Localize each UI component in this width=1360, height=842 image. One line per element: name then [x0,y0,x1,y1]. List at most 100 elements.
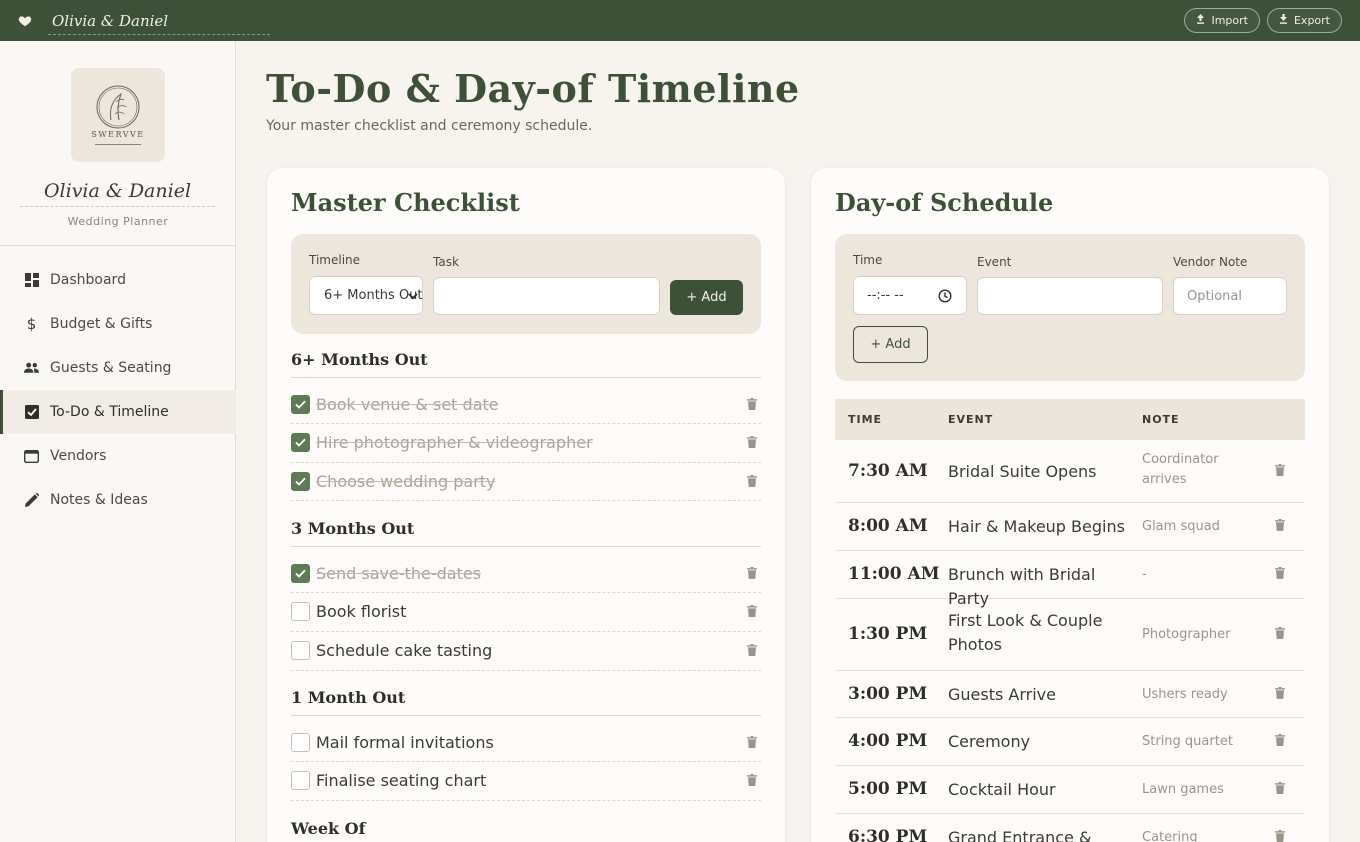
import-label: Import [1211,14,1248,27]
import-button[interactable]: Import [1184,8,1260,33]
trash-icon[interactable] [747,644,759,657]
checklist-group-title: 1 Month Out [291,688,761,717]
checklist-title: Master Checklist [291,188,520,217]
time-input-value: --:-- -- [867,288,904,303]
column-header-time: TIME [848,413,883,426]
timeline-select[interactable]: 6+ Months Out [309,276,423,315]
trash-icon[interactable] [1275,734,1287,747]
schedule-time: 1:30 PM [848,624,928,644]
dashboard-icon [24,273,39,288]
trash-icon[interactable] [747,397,759,411]
checklist-task: Hire photographer & videographer [291,424,761,463]
add-event-button[interactable]: + Add [853,326,928,363]
export-button[interactable]: Export [1266,8,1342,33]
schedule-row: 8:00 AM Hair & Makeup Begins Glam squad [835,503,1305,551]
chevron-down-icon [408,291,418,301]
column-header-event: EVENT [948,413,994,426]
event-label: Event [977,255,1012,269]
add-event-form: Time --:-- -- Event Vendor Note Optional… [835,234,1305,381]
vendor-note-input[interactable]: Optional [1173,277,1287,315]
time-input[interactable]: --:-- -- [853,276,967,315]
column-header-note: NOTE [1142,413,1180,426]
add-task-button[interactable]: + Add [670,280,743,315]
couple-name-input[interactable]: Olivia & Daniel [48,10,270,35]
checkbox-icon [24,405,39,420]
timeline-label: Timeline [309,253,361,267]
sidebar-item-label: Guests & Seating [50,360,172,376]
heart-icon [18,14,32,28]
vendor-icon [24,449,39,464]
checklist-task: Mail formal invitations [291,723,761,763]
task-checkbox[interactable] [291,394,310,414]
logo-text: SWERVVE [91,130,145,139]
task-text: Finalise seating chart [316,771,487,791]
sidebar-nav: Dashboard $ Budget & Gifts Guests & Seat… [0,258,236,522]
schedule-note: - [1142,567,1147,582]
schedule-time: 3:00 PM [848,683,928,704]
event-input[interactable] [977,277,1163,315]
task-text: Choose wedding party [316,471,496,491]
task-input[interactable] [433,277,660,315]
trash-icon[interactable] [1275,686,1287,700]
master-checklist-card: Master Checklist Timeline 6+ Months Out … [267,168,785,842]
checklist-task: Book florist [291,593,761,632]
trash-icon[interactable] [747,566,759,580]
trash-icon[interactable] [747,474,759,488]
task-text: Hire photographer & videographer [316,433,593,453]
trash-icon[interactable] [747,605,759,618]
vendor-note-placeholder: Optional [1187,288,1242,304]
pencil-icon [24,493,39,508]
download-icon [1279,14,1288,27]
trash-icon[interactable] [747,436,759,449]
task-text: Book florist [316,602,407,622]
task-checkbox[interactable] [291,771,310,791]
schedule-note: String quartet [1142,734,1233,749]
trash-icon[interactable] [1275,519,1287,532]
schedule-event: Hair & Makeup Begins [948,517,1125,536]
task-checkbox[interactable] [291,563,310,583]
trash-icon[interactable] [1275,830,1287,842]
checklist-task: Schedule cake tasting [291,632,761,671]
trash-icon[interactable] [1275,782,1287,795]
sidebar-item-budget[interactable]: $ Budget & Gifts [0,302,236,346]
day-of-schedule-card: Day-of Schedule Time --:-- -- Event Vend… [811,168,1329,842]
schedule-event: Bridal Suite Opens [948,461,1097,481]
dollar-icon: $ [26,315,37,333]
schedule-event: Grand Entrance & Dinner [948,828,1092,842]
schedule-time: 7:30 AM [848,460,928,481]
trash-icon[interactable] [1275,463,1287,477]
task-checkbox[interactable] [291,433,310,453]
logo[interactable]: SWERVVE [71,68,165,162]
schedule-row: 4:00 PM Ceremony String quartet [835,718,1305,766]
sidebar-item-guests[interactable]: Guests & Seating [0,346,236,390]
schedule-note: Catering [1142,830,1198,842]
task-text: Mail formal invitations [316,732,494,752]
sidebar-role: Wedding Planner [67,215,169,228]
task-label: Task [433,255,459,269]
trash-icon[interactable] [1275,567,1287,580]
sidebar-couple-name: Olivia & Daniel [20,180,215,207]
task-checkbox[interactable] [291,471,310,491]
sidebar-item-notes[interactable]: Notes & Ideas [0,478,236,522]
schedule-event: First Look & Couple Photos [948,611,1103,654]
sidebar-item-label: Vendors [50,448,107,464]
task-checkbox[interactable] [291,732,310,752]
trash-icon[interactable] [747,735,759,749]
schedule-table-header: TIME EVENT NOTE [835,399,1305,440]
checklist-group-title: 6+ Months Out [291,350,761,378]
trash-icon[interactable] [747,774,759,787]
trash-icon[interactable] [1275,627,1287,640]
page-subtitle: Your master checklist and ceremony sched… [266,118,593,134]
sidebar-item-dashboard[interactable]: Dashboard [0,258,236,302]
schedule-note: Glam squad [1142,519,1220,534]
sidebar-item-vendors[interactable]: Vendors [0,434,236,478]
upload-icon [1196,14,1205,27]
checklist-task: Book venue & set date [291,385,761,424]
task-text: Schedule cake tasting [316,641,493,660]
time-label: Time [853,253,883,267]
schedule-time: 5:00 PM [848,779,928,799]
sidebar-item-todo-timeline[interactable]: To-Do & Timeline [0,390,236,434]
schedule-note: Lawn games [1142,782,1224,797]
task-checkbox[interactable] [291,602,310,622]
task-checkbox[interactable] [291,641,310,660]
